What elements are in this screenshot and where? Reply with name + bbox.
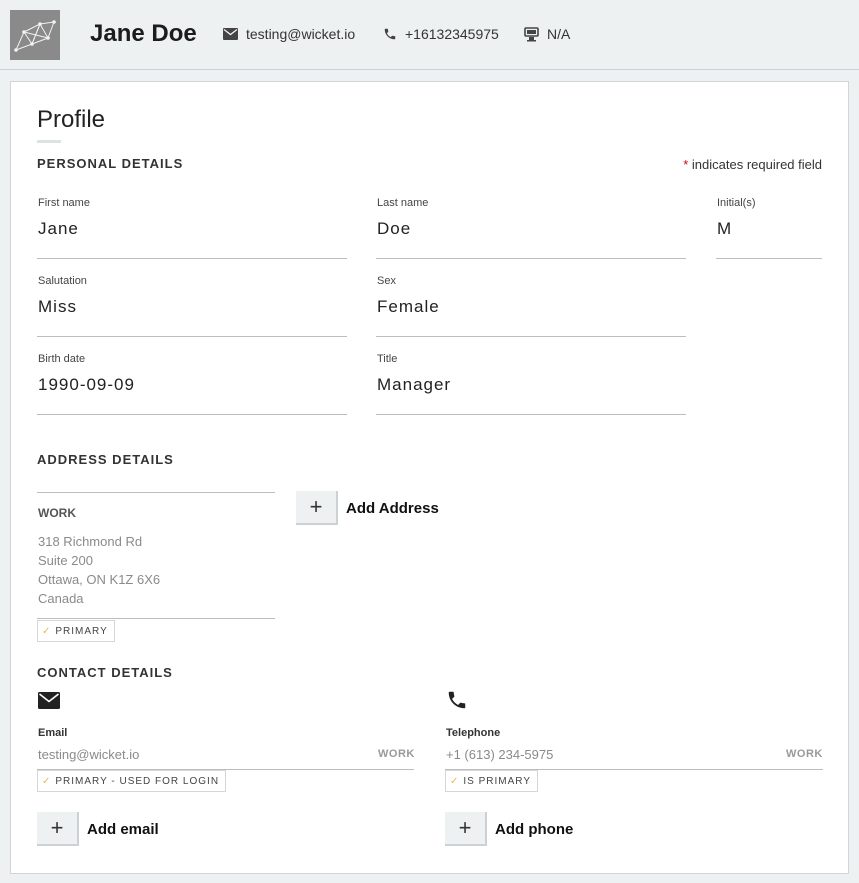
- envelope-icon: [223, 28, 238, 40]
- initials-field[interactable]: Initial(s) M: [716, 181, 822, 259]
- header-email[interactable]: testing@wicket.io: [223, 26, 355, 42]
- address-details-heading: ADDRESS DETAILS: [37, 452, 174, 467]
- check-icon: ✓: [42, 625, 52, 637]
- add-email-label: Add email: [87, 820, 159, 838]
- telephone-type: WORK: [786, 748, 823, 760]
- initials-label: Initial(s): [717, 197, 756, 209]
- address-card-work[interactable]: WORK 318 Richmond Rd Suite 200 Ottawa, O…: [37, 492, 275, 619]
- last-name-field[interactable]: Last name Doe: [376, 181, 686, 259]
- profile-header: Jane Doe testing@wicket.io +16132345975 …: [0, 0, 859, 70]
- phone-icon: [448, 691, 466, 709]
- add-phone-label: Add phone: [495, 820, 574, 838]
- user-name: Jane Doe: [90, 20, 197, 47]
- check-icon: ✓: [42, 775, 52, 787]
- header-fax[interactable]: N/A: [524, 26, 570, 42]
- header-phone-text: +16132345975: [405, 26, 499, 42]
- address-line: Ottawa, ON K1Z 6X6: [38, 572, 161, 587]
- address-primary-badge: ✓ PRIMARY: [37, 620, 115, 642]
- title-field[interactable]: Title Manager: [376, 337, 686, 415]
- add-email-button[interactable]: + Add email: [37, 812, 159, 846]
- sex-field[interactable]: Sex Female: [376, 259, 686, 337]
- plus-icon: +: [37, 812, 79, 846]
- address-primary-text: PRIMARY: [55, 625, 108, 637]
- title-value: Manager: [377, 375, 452, 394]
- telephone-primary-text: IS PRIMARY: [463, 775, 531, 787]
- fax-icon: [524, 26, 539, 41]
- envelope-icon: [38, 692, 60, 709]
- address-line: 318 Richmond Rd: [38, 534, 143, 549]
- salutation-field[interactable]: Salutation Miss: [37, 259, 347, 337]
- telephone-value[interactable]: +1 (613) 234-5975: [446, 747, 553, 762]
- profile-card: Profile PERSONAL DETAILS * indicates req…: [10, 81, 849, 874]
- first-name-field[interactable]: First name Jane: [37, 181, 347, 259]
- last-name-label: Last name: [377, 197, 429, 209]
- email-type: WORK: [378, 748, 415, 760]
- page-title: Profile: [37, 106, 106, 133]
- contact-details-heading: CONTACT DETAILS: [37, 665, 173, 680]
- sex-value: Female: [377, 297, 440, 316]
- personal-details-heading: PERSONAL DETAILS: [37, 156, 184, 171]
- required-note-text: indicates required field: [691, 157, 822, 172]
- email-primary-badge: ✓ PRIMARY - USED FOR LOGIN: [37, 770, 227, 792]
- title-label: Title: [377, 353, 398, 365]
- initials-value: M: [717, 219, 733, 238]
- address-line: Suite 200: [38, 553, 93, 568]
- email-label: Email: [38, 727, 68, 739]
- required-star: *: [683, 157, 689, 172]
- birth-date-label: Birth date: [38, 353, 86, 365]
- header-email-text: testing@wicket.io: [246, 26, 356, 42]
- add-address-label: Add Address: [346, 499, 439, 517]
- birth-date-value: 1990-09-09: [38, 375, 135, 394]
- plus-icon: +: [445, 812, 487, 846]
- salutation-label: Salutation: [38, 275, 87, 287]
- sex-label: Sex: [377, 275, 396, 287]
- last-name-value: Doe: [377, 219, 412, 238]
- address-type: WORK: [38, 506, 76, 520]
- phone-icon: [384, 28, 396, 40]
- required-field-note: * indicates required field: [683, 157, 822, 172]
- check-icon: ✓: [450, 775, 460, 787]
- first-name-label: First name: [38, 197, 90, 209]
- salutation-value: Miss: [38, 297, 77, 316]
- birth-date-field[interactable]: Birth date 1990-09-09: [37, 337, 347, 415]
- title-underline: [37, 140, 61, 143]
- telephone-primary-badge: ✓ IS PRIMARY: [445, 770, 538, 792]
- add-address-button[interactable]: + Add Address: [296, 491, 439, 525]
- first-name-value: Jane: [38, 219, 79, 238]
- avatar[interactable]: [10, 10, 60, 60]
- address-line: Canada: [38, 591, 84, 606]
- avatar-network-icon: [10, 10, 60, 60]
- add-phone-button[interactable]: + Add phone: [445, 812, 573, 846]
- plus-icon: +: [296, 491, 338, 525]
- telephone-label: Telephone: [446, 727, 501, 739]
- header-phone[interactable]: +16132345975: [383, 26, 499, 42]
- email-value[interactable]: testing@wicket.io: [38, 747, 139, 762]
- email-primary-text: PRIMARY - USED FOR LOGIN: [55, 775, 220, 787]
- header-fax-text: N/A: [547, 26, 571, 42]
